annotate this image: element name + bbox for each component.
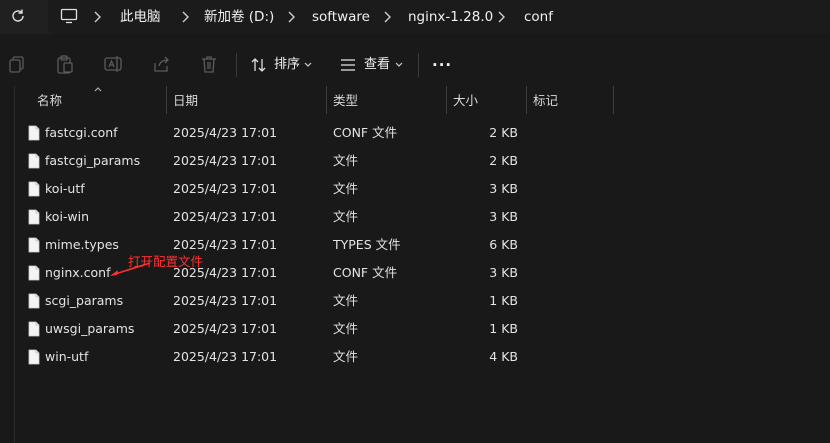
breadcrumb-item-nginx[interactable]: nginx-1.28.0 — [408, 8, 493, 26]
more-options-button[interactable]: ··· — [432, 53, 452, 77]
column-name[interactable]: 名称 — [37, 86, 62, 116]
breadcrumb-item-software[interactable]: software — [312, 8, 370, 26]
file-row[interactable]: koi-win 2025/4/23 17:01 文件 3 KB — [22, 203, 830, 231]
sort-label: 排序 — [274, 57, 301, 72]
breadcrumb-item-conf[interactable]: conf — [524, 8, 553, 26]
file-name[interactable]: win-utf — [45, 343, 88, 371]
file-icon — [28, 209, 40, 225]
file-type: CONF 文件 — [333, 125, 398, 140]
file-list: fastcgi.conf 2025/4/23 17:01 CONF 文件 2 KB fa… — [22, 119, 830, 371]
file-icon — [28, 293, 40, 309]
file-icon — [28, 321, 40, 337]
view-label: 查看 — [364, 57, 391, 72]
column-header: 名称 日期 类型 大小 标记 — [22, 86, 830, 116]
chevron-right-icon — [498, 11, 505, 23]
file-date: 2025/4/23 17:01 — [173, 293, 278, 308]
file-icon — [28, 237, 40, 253]
file-type: 文件 — [333, 321, 359, 336]
refresh-icon[interactable] — [8, 6, 28, 26]
file-type: 文件 — [333, 293, 359, 308]
copy-icon[interactable] — [6, 53, 28, 75]
file-type: 文件 — [333, 181, 359, 196]
file-icon — [28, 181, 40, 197]
column-divider[interactable] — [526, 86, 527, 114]
file-row[interactable]: koi-utf 2025/4/23 17:01 文件 3 KB — [22, 175, 830, 203]
chevron-right-icon — [182, 11, 189, 23]
chevron-right-icon — [384, 11, 391, 23]
toolbar-divider — [236, 53, 237, 77]
column-divider[interactable] — [446, 86, 447, 114]
view-icon — [341, 59, 355, 71]
file-type: 文件 — [333, 349, 359, 364]
file-size: 3 KB — [489, 209, 518, 224]
file-size: 1 KB — [489, 321, 518, 336]
file-size: 2 KB — [489, 125, 518, 140]
column-size[interactable]: 大小 — [453, 86, 478, 116]
breadcrumb-item-drive[interactable]: 新加卷 (D:) — [204, 8, 274, 26]
column-tag[interactable]: 标记 — [533, 86, 558, 116]
rename-icon[interactable] — [102, 53, 124, 75]
computer-icon — [60, 8, 78, 24]
file-icon — [28, 349, 40, 365]
file-type: 文件 — [333, 209, 359, 224]
file-icon — [28, 265, 40, 281]
file-date: 2025/4/23 17:01 — [173, 349, 278, 364]
column-divider[interactable] — [166, 86, 167, 114]
file-size: 6 KB — [489, 237, 518, 252]
file-date: 2025/4/23 17:01 — [173, 125, 278, 140]
paste-icon[interactable] — [54, 53, 76, 75]
column-type[interactable]: 类型 — [333, 86, 358, 116]
file-size: 3 KB — [489, 265, 518, 280]
file-size: 3 KB — [489, 181, 518, 196]
chevron-down-icon — [304, 62, 312, 67]
file-type: CONF 文件 — [333, 265, 398, 280]
file-date: 2025/4/23 17:01 — [173, 181, 278, 196]
annotation-text: 打开配置文件 — [128, 254, 204, 269]
column-divider[interactable] — [326, 86, 327, 114]
file-date: 2025/4/23 17:01 — [173, 209, 278, 224]
delete-icon[interactable] — [198, 53, 220, 75]
breadcrumb[interactable]: 此电脑 新加卷 (D:) software nginx-1.28.0 conf — [48, 0, 830, 34]
file-row[interactable]: fastcgi_params 2025/4/23 17:01 文件 2 KB — [22, 147, 830, 175]
column-date[interactable]: 日期 — [173, 86, 198, 116]
file-name[interactable]: fastcgi_params — [45, 147, 140, 175]
file-row[interactable]: scgi_params 2025/4/23 17:01 文件 1 KB — [22, 287, 830, 315]
command-bar: 排序 查看 ··· — [0, 42, 830, 88]
file-name[interactable]: fastcgi.conf — [45, 119, 118, 147]
pane-divider — [14, 86, 15, 443]
share-icon[interactable] — [150, 53, 172, 75]
file-size: 4 KB — [489, 349, 518, 364]
sort-icon — [251, 58, 266, 72]
chevron-right-icon — [288, 11, 295, 23]
file-type: TYPES 文件 — [333, 237, 401, 252]
toolbar-divider — [418, 53, 419, 77]
file-date: 2025/4/23 17:01 — [173, 321, 278, 336]
sort-ascending-icon — [94, 87, 102, 92]
address-bar: 此电脑 新加卷 (D:) software nginx-1.28.0 conf — [0, 0, 830, 34]
file-name[interactable]: scgi_params — [45, 287, 123, 315]
file-name[interactable]: koi-utf — [45, 175, 85, 203]
file-size: 2 KB — [489, 153, 518, 168]
breadcrumb-item-this-pc[interactable]: 此电脑 — [120, 8, 161, 26]
column-divider[interactable] — [613, 86, 614, 114]
file-name[interactable]: koi-win — [45, 203, 89, 231]
file-size: 1 KB — [489, 293, 518, 308]
file-icon — [28, 125, 40, 141]
file-row[interactable]: fastcgi.conf 2025/4/23 17:01 CONF 文件 2 KB — [22, 119, 830, 147]
file-row[interactable]: uwsgi_params 2025/4/23 17:01 文件 1 KB — [22, 315, 830, 343]
file-date: 2025/4/23 17:01 — [173, 153, 278, 168]
file-type: 文件 — [333, 153, 359, 168]
file-name[interactable]: uwsgi_params — [45, 315, 134, 343]
file-row[interactable]: win-utf 2025/4/23 17:01 文件 4 KB — [22, 343, 830, 371]
chevron-down-icon — [395, 62, 403, 67]
file-icon — [28, 153, 40, 169]
chevron-right-icon — [94, 11, 101, 23]
